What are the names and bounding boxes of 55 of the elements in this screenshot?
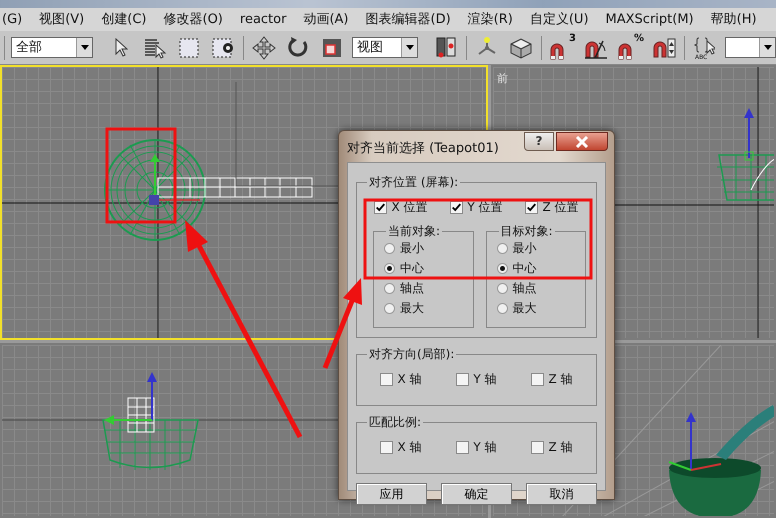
caret-icon: [764, 45, 772, 50]
checkbox[interactable]: X 轴: [380, 438, 422, 456]
radio-option[interactable]: 最小: [384, 238, 468, 258]
checkbox[interactable]: X 位置: [374, 198, 428, 216]
spout-curve: [750, 158, 774, 190]
dialog-button[interactable]: 应用: [356, 483, 427, 505]
menu-item[interactable]: (G): [2, 10, 22, 30]
checkmark-icon: [451, 202, 462, 212]
dialog-button[interactable]: 取消: [526, 483, 597, 505]
caret-icon: [406, 45, 414, 50]
checkmark-icon: [526, 202, 538, 212]
radio-option[interactable]: 最大: [384, 298, 468, 318]
menu-item[interactable]: 视图(V): [39, 10, 84, 30]
radio-option[interactable]: 最大: [496, 298, 581, 318]
named-selection-dropdown[interactable]: [725, 37, 776, 58]
checkmark-icon: [375, 202, 386, 212]
close-icon: [575, 136, 589, 148]
caret-icon: [80, 45, 88, 50]
transform-gizmo-drawing: [149, 154, 200, 205]
menu-item[interactable]: 帮助(H): [710, 10, 757, 30]
group-title: 目标对象:: [500, 224, 554, 238]
transform-gizmo-drawing: [104, 372, 157, 432]
dialog-button[interactable]: 确定: [441, 483, 512, 505]
menu-item[interactable]: MAXScript(M): [606, 10, 694, 30]
selection-filter-dropdown[interactable]: 全部: [11, 37, 93, 58]
move-icon[interactable]: [250, 34, 278, 62]
group-title: 匹配比例:: [368, 415, 422, 429]
radio-option[interactable]: 最小: [496, 238, 581, 258]
checkbox[interactable]: Y 轴: [456, 370, 497, 388]
group-title: 对齐方向(局部):: [368, 347, 456, 361]
menu-item[interactable]: 创建(C): [101, 10, 146, 30]
checkbox[interactable]: Z 轴: [531, 438, 573, 456]
checkbox[interactable]: Z 轴: [531, 370, 573, 388]
checkbox[interactable]: Y 轴: [456, 438, 497, 456]
menu-item[interactable]: 修改器(O): [164, 10, 223, 30]
menu-item[interactable]: 自定义(U): [530, 10, 589, 30]
group-title: 当前对象:: [387, 224, 442, 238]
transform-gizmo-drawing: [668, 412, 722, 471]
menu-item[interactable]: 图表编辑器(D): [366, 10, 451, 30]
close-button[interactable]: [556, 132, 608, 151]
transform-gizmo-drawing: [744, 108, 754, 160]
radio-option[interactable]: 中心: [496, 258, 581, 278]
menu-item[interactable]: 渲染(R): [468, 10, 513, 30]
help-button[interactable]: ?: [524, 132, 554, 151]
reference-coordinate-dropdown[interactable]: 视图: [352, 37, 418, 58]
menu-item[interactable]: reactor: [240, 10, 286, 30]
checkbox[interactable]: Z 位置: [525, 198, 579, 216]
radio-option[interactable]: 中心: [384, 258, 468, 278]
radio-option[interactable]: 轴点: [384, 278, 468, 298]
checkbox[interactable]: X 轴: [380, 370, 422, 388]
viewport-label: 前: [497, 71, 508, 87]
group-title: 对齐位置 (屏幕):: [368, 175, 460, 189]
radio-option[interactable]: 轴点: [496, 278, 581, 298]
teapot-wireframe-drawing: [716, 154, 774, 201]
menu-item[interactable]: 动画(A): [303, 10, 349, 30]
